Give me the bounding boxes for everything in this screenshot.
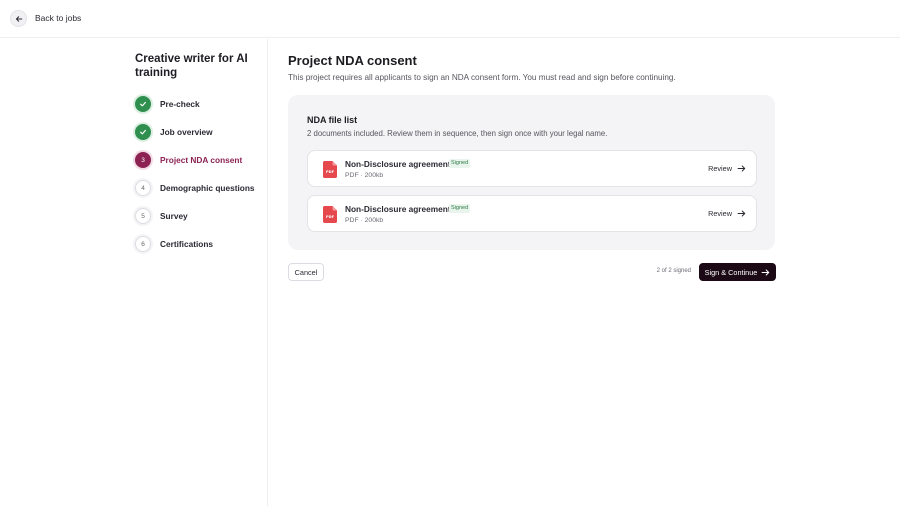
review-label: Review <box>708 209 732 218</box>
sidebar: Creative writer for AI training Pre-chec… <box>0 39 268 506</box>
arrow-left-icon <box>15 15 22 22</box>
step-label: Survey <box>160 211 188 221</box>
document-type: PDF <box>345 172 359 179</box>
document-name: Non-Disclosure agreement <box>345 204 451 214</box>
pdf-file-icon: PDF <box>323 206 337 223</box>
check-icon <box>135 124 151 140</box>
back-to-jobs-link[interactable]: Back to jobs <box>35 13 81 23</box>
step-label: Certifications <box>160 239 214 249</box>
top-bar: Back to jobs <box>0 0 900 38</box>
arrow-right-icon <box>761 268 770 276</box>
page-subtitle: This project requires all applicants to … <box>288 73 676 82</box>
document-size: 200kb <box>364 172 384 179</box>
step-label: Project NDA consent <box>160 155 243 165</box>
back-button[interactable] <box>10 10 27 27</box>
check-icon <box>135 96 151 112</box>
step-number: 4 <box>135 180 151 196</box>
step-number: 5 <box>135 208 151 224</box>
svg-text:PDF: PDF <box>326 215 335 219</box>
step-job-overview[interactable]: Job overview <box>135 124 213 140</box>
document-type: PDF <box>345 217 359 224</box>
pdf-file-icon: PDF <box>323 161 337 178</box>
file-list-subtitle: 2 documents included. Review them in seq… <box>307 129 608 138</box>
step-label: Pre-check <box>160 99 200 109</box>
step-project-nda-consent[interactable]: 3 Project NDA consent <box>135 152 242 168</box>
arrow-right-icon <box>737 165 746 172</box>
step-demographic-questions[interactable]: 4 Demographic questions <box>135 180 255 196</box>
continue-label: Sign & Continue <box>704 267 758 277</box>
signed-count: 2 of 2 signed <box>656 268 691 274</box>
step-certifications[interactable]: 6 Certifications <box>135 236 213 252</box>
cancel-button[interactable]: Cancel <box>288 263 324 281</box>
file-list-title: NDA file list <box>307 115 358 125</box>
nda-file-list-card: NDA file list 2 documents included. Revi… <box>288 95 775 250</box>
job-title: Creative writer for AI training <box>135 53 248 79</box>
document-meta: PDF · 200kb <box>345 172 384 179</box>
page-title: Project NDA consent <box>288 53 417 68</box>
step-number: 3 <box>135 152 151 168</box>
signed-badge: Signed <box>449 204 471 213</box>
sign-and-continue-button[interactable]: Sign & Continue <box>699 263 776 281</box>
step-label: Job overview <box>160 127 213 137</box>
step-pre-check[interactable]: Pre-check <box>135 96 200 112</box>
review-button[interactable]: Review <box>708 164 746 173</box>
review-label: Review <box>708 164 732 173</box>
step-survey[interactable]: 5 Survey <box>135 208 188 224</box>
document-size: 200kb <box>364 217 384 224</box>
document-row[interactable]: PDF Non-Disclosure agreement Signed PDF … <box>307 195 757 232</box>
document-meta: PDF · 200kb <box>345 217 384 224</box>
signed-badge: Signed <box>449 159 471 168</box>
review-button[interactable]: Review <box>708 209 746 218</box>
step-label: Demographic questions <box>160 183 255 193</box>
document-row[interactable]: PDF Non-Disclosure agreement Signed PDF … <box>307 150 757 187</box>
document-name: Non-Disclosure agreement <box>345 159 451 169</box>
arrow-right-icon <box>737 210 746 217</box>
step-number: 6 <box>135 236 151 252</box>
svg-text:PDF: PDF <box>326 170 335 174</box>
